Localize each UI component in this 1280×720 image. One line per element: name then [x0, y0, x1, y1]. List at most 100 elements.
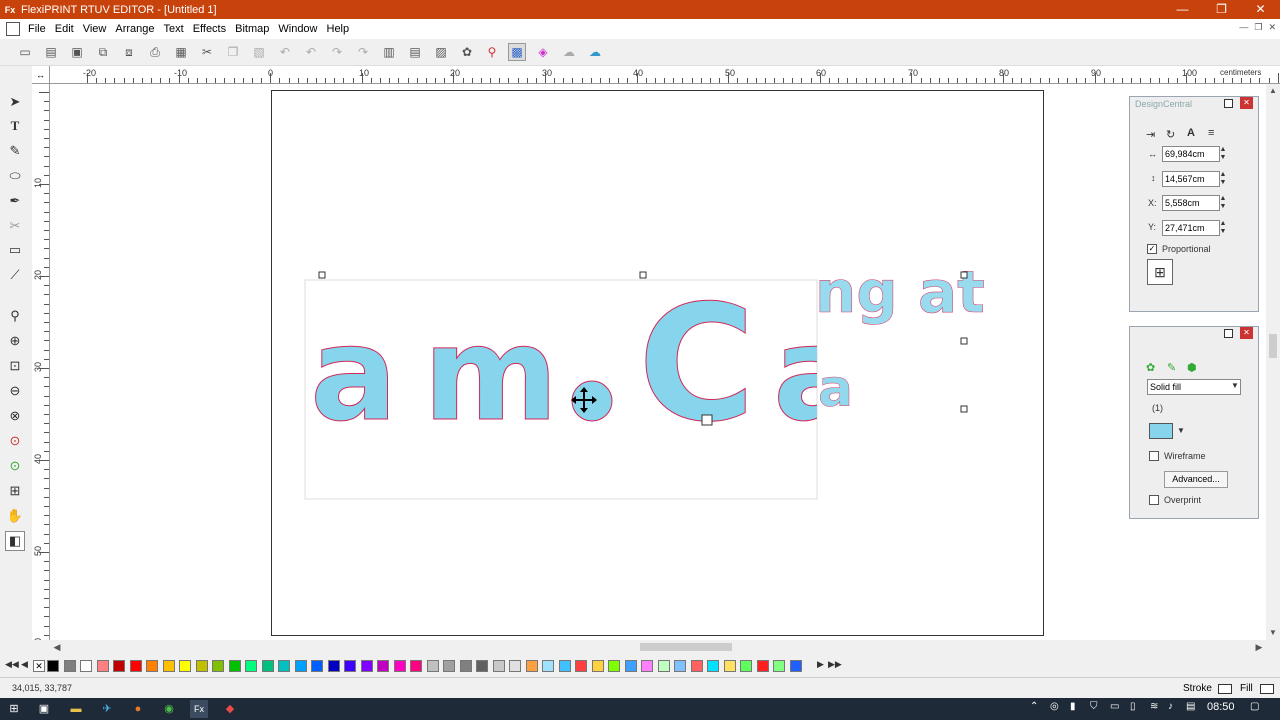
import-icon[interactable]: ⧉: [94, 43, 112, 61]
artwork[interactable]: ng at a m C a a: [50, 84, 1266, 640]
menu-bitmap[interactable]: Bitmap: [235, 23, 276, 35]
palette-swatch[interactable]: [657, 660, 670, 672]
doc-restore-icon[interactable]: ❐: [1254, 22, 1262, 33]
scroll-up-icon[interactable]: ▲: [1266, 84, 1280, 98]
redo-step-icon[interactable]: ↷: [354, 43, 372, 61]
firefox-icon[interactable]: ●: [129, 700, 147, 718]
zoom-tool-icon[interactable]: ⚲: [5, 306, 25, 326]
palette-swatch[interactable]: [294, 660, 307, 672]
pan-hand-icon[interactable]: ✋: [5, 506, 25, 526]
drawing-canvas[interactable]: ng at a m C a a: [50, 84, 1266, 640]
file-explorer-icon[interactable]: ▬: [67, 700, 85, 718]
selection-handle[interactable]: [960, 337, 968, 345]
selection-handle[interactable]: [960, 271, 968, 279]
scroll-down-icon[interactable]: ▼: [1266, 626, 1280, 640]
close-icon[interactable]: ✕: [1241, 0, 1280, 19]
start-icon[interactable]: ⊞: [5, 700, 23, 718]
palette-swatch[interactable]: [476, 660, 488, 672]
text-tool-icon[interactable]: T: [5, 116, 25, 136]
plot-icon[interactable]: ▦: [172, 43, 190, 61]
fill-tool-icon[interactable]: ◧: [5, 531, 25, 551]
palette-swatch[interactable]: [723, 660, 736, 672]
palette-swatch[interactable]: [80, 660, 92, 672]
palette-swatch[interactable]: [641, 660, 653, 672]
menu-file[interactable]: File: [28, 23, 53, 35]
menu-edit[interactable]: Edit: [55, 23, 81, 35]
pen-icon[interactable]: ⚲: [483, 43, 501, 61]
fill-swatch[interactable]: [1260, 684, 1274, 694]
cut-icon[interactable]: ✂: [198, 43, 216, 61]
pick-tool-icon[interactable]: ➤: [5, 92, 25, 112]
palette-swatch[interactable]: [410, 660, 422, 672]
vertical-ruler[interactable]: 10 20 30 40 50 60: [32, 84, 50, 640]
palette-swatch[interactable]: [674, 660, 686, 672]
letter-c[interactable]: C: [638, 270, 756, 458]
panel-minimize-icon[interactable]: [1224, 329, 1233, 338]
palette-swatch[interactable]: [162, 660, 175, 672]
zoom-selection-icon[interactable]: ⊙: [5, 431, 25, 451]
shield-icon[interactable]: ⛉: [1090, 701, 1098, 712]
size-tab-icon[interactable]: ⇥: [1146, 128, 1155, 141]
palette-swatch[interactable]: [426, 660, 439, 672]
new-icon[interactable]: ▭: [16, 43, 34, 61]
zoom-fit-icon[interactable]: ⊙: [5, 456, 25, 476]
dropdown-arrow-icon[interactable]: ▼: [1231, 381, 1239, 390]
palette-swatch[interactable]: [492, 660, 505, 672]
palette-swatch[interactable]: [228, 660, 241, 672]
palette-next-icon[interactable]: ▶: [817, 659, 824, 670]
arrange-icon[interactable]: ▨: [432, 43, 450, 61]
tray-app-icon[interactable]: ◎: [1050, 701, 1059, 712]
menu-arrange[interactable]: Arrange: [115, 23, 161, 35]
x-field[interactable]: 5,558cm: [1162, 195, 1220, 211]
overprint-checkbox[interactable]: [1149, 495, 1159, 505]
palette-swatch[interactable]: [575, 660, 587, 672]
palette-swatch[interactable]: [344, 660, 356, 672]
horizontal-scrollbar[interactable]: ◀ ▶: [50, 640, 1266, 654]
doc-close-icon[interactable]: ✕: [1268, 22, 1276, 33]
menu-view[interactable]: View: [83, 23, 114, 35]
language-icon[interactable]: ▤: [1186, 701, 1195, 712]
width-field[interactable]: 69,984cm: [1162, 146, 1220, 162]
y-field[interactable]: 27,471cm: [1162, 220, 1220, 236]
display-icon[interactable]: ▭: [1110, 701, 1119, 712]
cloud-icon[interactable]: ☁: [560, 43, 578, 61]
print-icon[interactable]: ⎙: [146, 43, 164, 61]
zoom-page-icon[interactable]: ⊡: [5, 356, 25, 376]
ruler-origin[interactable]: ↔: [32, 66, 50, 84]
maximize-icon[interactable]: ❐: [1202, 0, 1241, 19]
selection-handle[interactable]: [639, 271, 647, 279]
palette-swatch[interactable]: [789, 660, 802, 672]
zoom-out-icon[interactable]: ⊖: [5, 381, 25, 401]
palette-prev-icon[interactable]: ◀: [21, 659, 28, 670]
volume-icon[interactable]: ♪: [1168, 701, 1173, 712]
minimize-icon[interactable]: —: [1163, 0, 1202, 19]
color-dropdown-icon[interactable]: ▼: [1177, 426, 1185, 435]
text-line-top[interactable]: ng at: [815, 258, 985, 327]
palette-swatch[interactable]: [47, 660, 59, 672]
palette-swatch[interactable]: [146, 660, 158, 672]
palette-swatch[interactable]: [245, 660, 257, 672]
palette-swatch[interactable]: [212, 660, 224, 672]
letter-m[interactable]: m: [423, 298, 559, 451]
group-icon[interactable]: ▥: [380, 43, 398, 61]
panel-minimize-icon[interactable]: [1224, 99, 1233, 108]
fill-color-swatch[interactable]: [1149, 423, 1173, 439]
scroll-left-icon[interactable]: ◀: [50, 640, 64, 654]
scroll-right-icon[interactable]: ▶: [1252, 640, 1266, 654]
measure-tool-icon[interactable]: ▭: [5, 240, 25, 260]
palette-swatch[interactable]: [707, 660, 719, 672]
color-icon[interactable]: ✿: [458, 43, 476, 61]
x-spinner[interactable]: ▲ ▼: [1218, 195, 1228, 211]
panel-close-icon[interactable]: ✕: [1240, 327, 1253, 339]
palette-swatch[interactable]: [608, 660, 620, 672]
ungroup-icon[interactable]: ▤: [406, 43, 424, 61]
flexi-taskbar-icon[interactable]: Fx: [190, 700, 208, 718]
effect-tab-icon[interactable]: ⬢: [1187, 361, 1197, 374]
menu-help[interactable]: Help: [327, 23, 357, 35]
text-tab-icon[interactable]: A: [1187, 127, 1195, 139]
palette-swatch[interactable]: [525, 660, 538, 672]
shape-tool-icon[interactable]: ✎: [5, 141, 25, 161]
save-icon[interactable]: ▣: [68, 43, 86, 61]
task-view-icon[interactable]: ▣: [35, 700, 53, 718]
selection-handle[interactable]: [318, 271, 326, 279]
